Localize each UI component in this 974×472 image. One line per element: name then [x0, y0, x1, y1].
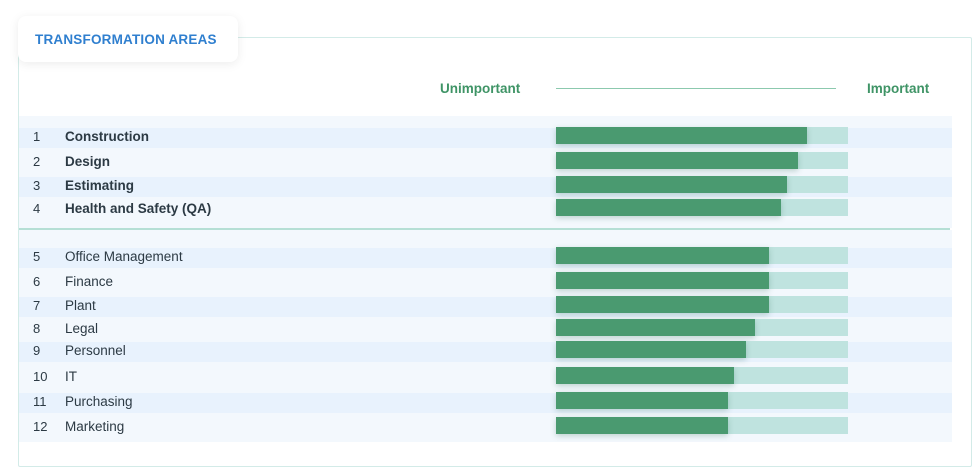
section-tab[interactable]: TRANSFORMATION AREAS	[18, 16, 238, 62]
scale-left-label: Unimportant	[440, 81, 521, 96]
bar[interactable]	[556, 199, 781, 216]
rank-label: 11	[33, 394, 47, 409]
rank-label: 10	[33, 369, 48, 384]
category-label: IT	[65, 369, 77, 384]
rank-label: 7	[33, 298, 41, 313]
section-tab-label: TRANSFORMATION AREAS	[35, 31, 217, 47]
bar[interactable]	[556, 417, 728, 434]
category-label: Personnel	[65, 343, 126, 358]
category-label: Finance	[65, 274, 114, 289]
bar[interactable]	[556, 272, 769, 289]
category-label: Design	[65, 154, 111, 169]
rank-label: 5	[33, 249, 41, 264]
category-label: Construction	[65, 129, 149, 144]
category-label: Estimating	[65, 178, 135, 193]
bar[interactable]	[556, 176, 787, 193]
bar[interactable]	[556, 247, 769, 264]
category-label: Office Management	[65, 249, 183, 264]
scale-line	[556, 88, 836, 89]
bar[interactable]	[556, 127, 807, 144]
rank-label: 9	[33, 343, 41, 358]
rank-label: 6	[33, 274, 41, 289]
bar[interactable]	[556, 392, 728, 409]
category-label: Plant	[65, 298, 96, 313]
rank-label: 4	[33, 201, 41, 216]
rank-label: 3	[33, 178, 41, 193]
category-label: Health and Safety (QA)	[65, 201, 212, 216]
bar[interactable]	[556, 152, 798, 169]
category-label: Marketing	[65, 419, 125, 434]
scale-right-label: Important	[867, 81, 930, 96]
category-label: Legal	[65, 321, 99, 336]
rank-label: 2	[33, 154, 41, 169]
rank-label: 1	[33, 129, 41, 144]
rank-label: 12	[33, 419, 48, 434]
category-label: Purchasing	[65, 394, 133, 409]
bar[interactable]	[556, 367, 734, 384]
bar[interactable]	[556, 319, 755, 336]
rank-label: 8	[33, 321, 41, 336]
bar[interactable]	[556, 341, 746, 358]
bar[interactable]	[556, 296, 769, 313]
